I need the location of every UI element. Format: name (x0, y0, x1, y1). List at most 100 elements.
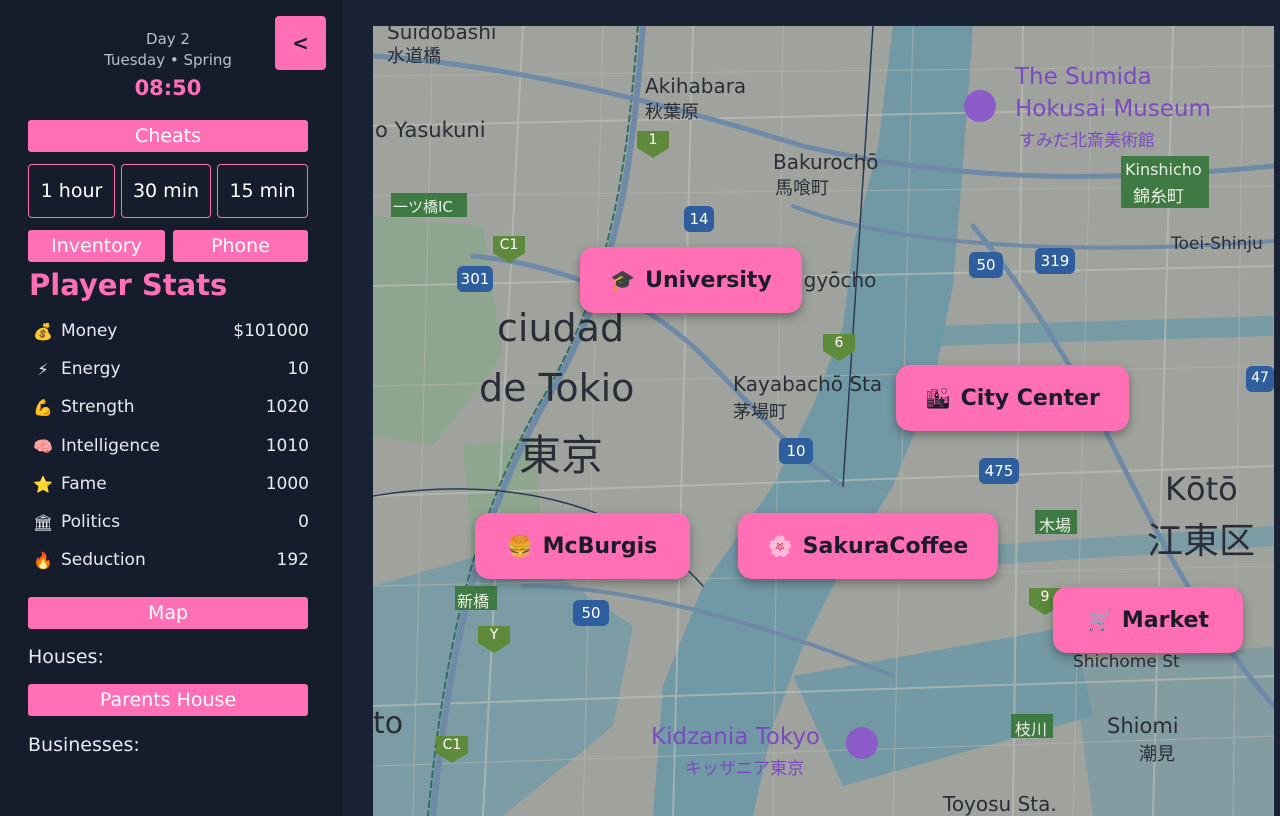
city-buildings-icon: 🏙 (925, 386, 951, 410)
collapse-sidebar-button[interactable]: < (275, 16, 326, 70)
map-label-suidobashi-jp: 水道橋 (387, 46, 441, 67)
map-label-kidzania-jp: キッザニア東京 (685, 759, 804, 779)
map-label-shinbashi: 新橋 (457, 592, 490, 611)
map-label-kiba: 木場 (1039, 516, 1072, 535)
day-counter: Day 2 (146, 30, 190, 48)
stat-value: 1000 (265, 474, 309, 494)
map-label-de-tokio: de Tokio (479, 366, 635, 410)
map-label-kayabacho: Kayabachō Sta (733, 372, 883, 396)
game-clock: Day 2 Tuesday • Spring 08:50 (28, 28, 308, 100)
stat-politics: 🏛 Politics 0 (33, 507, 309, 537)
map-label-shiomi: Shiomi (1107, 714, 1179, 738)
city-map: Suidobashi 水道橋 o Yasukuni Akihabara 秋葉原 … (373, 26, 1274, 816)
location-mcburgis-button[interactable]: 🍔 McBurgis (475, 513, 690, 579)
stat-fame: ⭐ Fame 1000 (33, 469, 309, 499)
map-label-yasukuni: o Yasukuni (375, 118, 486, 142)
advance-30-min-button[interactable]: 30 min (121, 164, 211, 218)
stat-seduction: 🔥 Seduction 192 (33, 545, 309, 575)
map-label-shiomi-jp: 潮見 (1139, 744, 1175, 765)
map-label-kinshicho: Kinshicho (1125, 160, 1202, 179)
stat-value: 192 (276, 550, 309, 570)
map-label-tokyo-left: to (373, 706, 404, 741)
stat-label: Intelligence (61, 436, 160, 456)
route-shield: C1 (442, 737, 462, 753)
location-university-button[interactable]: 🎓 University (580, 247, 802, 313)
route-shield: 1 (648, 132, 658, 148)
map-label-kinshicho-jp: 錦糸町 (1133, 187, 1184, 207)
map-label-sumida-jp: すみだ北斎美術館 (1019, 131, 1155, 151)
location-sakuracoffee-button[interactable]: 🌸 SakuraCoffee (738, 513, 998, 579)
advance-15-min-button[interactable]: 15 min (217, 164, 308, 218)
route-shield: 14 (689, 210, 709, 228)
location-label: Market (1121, 607, 1209, 633)
stat-label: Seduction (61, 550, 146, 570)
parents-house-button[interactable]: Parents House (28, 684, 308, 716)
route-shield: 319 (1040, 252, 1070, 270)
stat-label: Money (61, 321, 118, 341)
map-label-akihabara-jp: 秋葉原 (645, 102, 699, 123)
inventory-button[interactable]: Inventory (28, 230, 165, 262)
stat-energy: ⚡ Energy 10 (33, 354, 309, 384)
map-label-toyosu: Toyosu Sta. (943, 792, 1057, 816)
map-label-toei: Toei-Shinju (1171, 234, 1263, 254)
route-shield: 50 (581, 604, 601, 622)
map-label-tokyo-kanji: 東京 (519, 431, 604, 480)
map-label-akihabara: Akihabara (645, 74, 747, 98)
fire-icon: 🔥 (33, 550, 53, 570)
stat-value: $101000 (233, 321, 309, 341)
map-label-koto-jp: 江東区 (1147, 521, 1256, 562)
stat-intelligence: 🧠 Intelligence 1010 (33, 431, 309, 461)
map-label-bakurocho: Bakurochō (773, 150, 879, 174)
map-label-ningyocho: ngyōcho (791, 268, 877, 292)
stat-money: 💰 Money $101000 (33, 316, 309, 346)
map-label-shichome: Shichome St (1073, 652, 1180, 672)
stat-label: Fame (61, 474, 107, 494)
map-label-bakurocho-jp: 馬喰町 (775, 178, 829, 199)
shopping-cart-icon: 🛒 (1087, 608, 1112, 632)
route-shield: 47 (1251, 370, 1269, 386)
player-stats-title: Player Stats (29, 268, 228, 302)
stat-label: Strength (61, 397, 135, 417)
clock-time: 08:50 (134, 76, 202, 100)
stat-value: 0 (298, 512, 309, 532)
graduation-cap-icon: 🎓 (610, 268, 636, 292)
map-label-sumida-2: Hokusai Museum (1015, 96, 1211, 122)
stat-value: 1010 (265, 436, 309, 456)
route-shield: 475 (984, 462, 1014, 480)
map-label-edagawa: 枝川 (1015, 720, 1048, 739)
map-label-sumida-1: The Sumida (1015, 64, 1152, 90)
stat-strength: 💪 Strength 1020 (33, 392, 309, 422)
burger-icon: 🍔 (507, 534, 533, 558)
location-city-center-button[interactable]: 🏙 City Center (896, 365, 1129, 431)
route-shield: 10 (786, 442, 806, 460)
map-label-koto: Kōtō (1165, 470, 1238, 508)
location-label: McBurgis (542, 533, 658, 559)
sidebar: Day 2 Tuesday • Spring 08:50 < Cheats 1 … (0, 0, 342, 816)
route-shield: Y (489, 627, 499, 643)
route-shield: 50 (976, 256, 996, 274)
map-button[interactable]: Map (28, 597, 308, 629)
location-label: SakuraCoffee (802, 533, 969, 559)
map-label-kayabacho-jp: 茅場町 (733, 402, 787, 423)
money-bag-icon: 💰 (33, 321, 53, 341)
advance-1-hour-button[interactable]: 1 hour (28, 164, 115, 218)
cheats-button[interactable]: Cheats (28, 120, 308, 152)
map-label-hitotsubashi: 一ツ橋IC (393, 198, 453, 216)
location-market-button[interactable]: 🛒 Market (1053, 587, 1243, 653)
lightning-icon: ⚡ (37, 359, 49, 379)
map-label-kidzania: Kidzania Tokyo (651, 724, 821, 750)
location-label: University (645, 267, 772, 293)
route-shield: 6 (834, 335, 844, 351)
route-shield: C1 (499, 237, 519, 253)
government-building-icon: 🏛 (33, 512, 54, 532)
star-icon: ⭐ (33, 474, 53, 494)
cherry-blossom-icon: 🌸 (767, 534, 793, 558)
flexed-arm-icon: 💪 (33, 397, 53, 417)
brain-icon: 🧠 (33, 436, 53, 456)
phone-button[interactable]: Phone (173, 230, 308, 262)
route-shield: 301 (460, 270, 490, 288)
stat-value: 1020 (265, 397, 309, 417)
location-label: City Center (960, 385, 1100, 411)
houses-label: Houses: (28, 646, 104, 668)
weekday-season: Tuesday • Spring (104, 51, 232, 69)
